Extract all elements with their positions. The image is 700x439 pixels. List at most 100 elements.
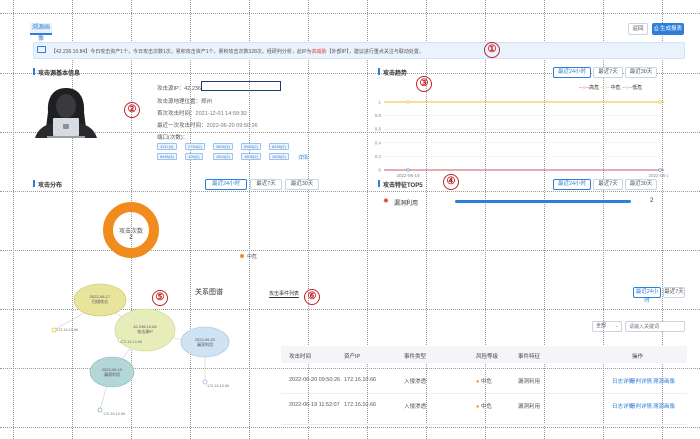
y-tick-label: 0.8 [375, 113, 382, 118]
cell-feature: 漏洞利用 [518, 379, 541, 385]
event-list-link[interactable]: 攻击事件列表 [269, 290, 300, 298]
donut-center-value: 2 [129, 235, 133, 241]
cell-type: 入侵渗透 [404, 404, 427, 410]
y-tick-label: 0 [378, 168, 381, 173]
data-point[interactable] [658, 100, 662, 104]
node-line: 漏洞利用 [197, 342, 213, 347]
marker-4: ④ [443, 174, 459, 190]
trend-30d-button[interactable]: 最近30天 [625, 67, 657, 78]
section-bar [33, 180, 35, 187]
node-line: 漏洞利用 [104, 372, 120, 377]
col-header: 风险等级 [476, 354, 499, 360]
dist-7d-button[interactable]: 最近7天 [250, 179, 282, 190]
top5-24h-button[interactable]: 最近24小时 [553, 179, 591, 190]
tab-trace-profile[interactable]: 溯源画像 [30, 23, 52, 42]
trend-7d-button[interactable]: 最近7天 [593, 67, 623, 78]
section-bar [378, 180, 380, 187]
location-label: 攻击源地理位置： [157, 99, 202, 105]
port-tag[interactable]: 6495(3) [157, 153, 177, 160]
first-attack-label: 首次攻击时间： [157, 111, 196, 117]
search-input[interactable] [625, 321, 685, 332]
legend-medium: 中危 [610, 85, 621, 91]
dist-30d-button[interactable]: 最近30天 [285, 179, 319, 190]
events-24h-button[interactable]: 最近24小时 [633, 287, 661, 304]
trend-legend: ─○─高危 ─○─中危 ─○─低危 [579, 84, 642, 91]
port-tag[interactable]: 1504(2) [213, 153, 233, 160]
level-text: 中危 [480, 404, 492, 410]
top5-row-label: 漏洞利用 [394, 201, 419, 207]
leaf-label: 172.16.10.66 [120, 340, 143, 344]
port-tag[interactable]: 1605(2) [269, 153, 289, 160]
legend-marker-icon: ─○─ [579, 85, 590, 91]
last-attack-row: 最近一次攻击时间：2022-06-20 09:50:26 [157, 121, 258, 129]
top5-7d-button[interactable]: 最近7天 [593, 179, 623, 190]
marker-3: ③ [416, 76, 432, 92]
cell-time: 2022-06-20 09:50:26 [289, 377, 341, 383]
distribution-legend-label: 中危 [247, 254, 258, 260]
marker-1: ① [484, 42, 500, 58]
port-tag[interactable]: 2754(2) [185, 143, 205, 150]
node-line: 扫描攻击 [92, 299, 108, 304]
y-tick-label: 0.2 [375, 154, 382, 159]
dist-24h-button[interactable]: 最近24小时 [205, 179, 247, 190]
distribution-title: 攻击分布 [38, 183, 63, 189]
generate-report-button[interactable]: ⎙ 生成报表 [652, 23, 684, 35]
judge-detail-link[interactable]: 研判详情 [630, 402, 652, 410]
data-point[interactable] [406, 168, 410, 172]
back-button[interactable]: 返回 [628, 23, 648, 35]
monitor-icon [37, 46, 46, 53]
data-point[interactable] [406, 100, 410, 104]
col-header: 资产IP [344, 354, 361, 360]
y-tick-label: 1 [378, 100, 381, 105]
report-label: 生成报表 [659, 26, 682, 32]
leaf-label: 172.16.10.66 [56, 328, 79, 332]
top5-bar [455, 200, 631, 203]
location-row: 攻击源地理位置：郑州 [157, 97, 212, 105]
col-header: 操作 [632, 354, 644, 360]
filter-value: 全部 [596, 323, 607, 329]
cell-ip: 172.16.10.66 [344, 377, 377, 383]
leaf-label: 172.16.10.66 [207, 384, 230, 388]
chevron-down-icon: ⌄ [614, 323, 619, 329]
last-attack-value: 2022-06-20 09:50:26 [206, 123, 258, 129]
location-value: 郑州 [201, 99, 213, 105]
section-bar [33, 68, 35, 75]
trace-profile-link[interactable]: 溯源画像 [653, 402, 675, 410]
table-row [281, 395, 687, 425]
judge-detail-link[interactable]: 研判详情 [630, 377, 652, 385]
ip-redaction-box [201, 81, 281, 91]
cell-level: ● 中危 [476, 402, 492, 410]
source-info-title: 攻击源基本信息 [38, 71, 81, 77]
ip-label: 攻击源IP：42.236 [157, 86, 202, 92]
col-header: 攻击时间 [289, 354, 312, 360]
port-tag[interactable]: 1137(4) [157, 143, 177, 150]
top5-30d-button[interactable]: 最近30天 [625, 179, 657, 190]
cell-ip: 172.16.10.66 [344, 402, 377, 408]
notice-prefix: 【42.236.10.84】今日攻击资产1个，今日攻击次数1次，累积攻击资产1个… [51, 49, 312, 55]
x-tick-label: 2022-06-19 [396, 173, 420, 178]
cell-time: 2022-06-19 11:52:07 [289, 402, 340, 408]
legend-low: 低危 [632, 85, 643, 91]
trend-24h-button[interactable]: 最近24小时 [553, 67, 591, 78]
hacker-avatar-icon [35, 88, 97, 138]
top5-title: 攻击特征TOP5 [383, 183, 423, 189]
port-tag[interactable]: 5983(2) [241, 143, 261, 150]
port-tag[interactable]: 6495(2) [269, 143, 289, 150]
level-text: 中危 [480, 379, 492, 385]
legend-marker-icon: ─○─ [622, 85, 633, 91]
trace-profile-link[interactable]: 溯源画像 [653, 377, 675, 385]
marker-2: ② [124, 102, 140, 118]
port-tag[interactable]: 105(2) [185, 153, 203, 160]
port-tag[interactable]: 3605(3) [213, 143, 233, 150]
col-header: 事件类型 [404, 354, 427, 360]
level-filter-select[interactable]: 全部 ⌄ [592, 321, 622, 332]
grid-line [0, 191, 700, 192]
donut-center-label: 攻击次数 [118, 229, 143, 235]
x-tick-label: 2022-06-20 [648, 173, 668, 178]
notice-suffix: 【外部IP】，建议进行重点关注与联动处置。 [326, 49, 424, 55]
events-7d-button[interactable]: 最近7天 [663, 287, 685, 298]
ports-more-link[interactable]: 详情 [298, 154, 308, 161]
port-tag[interactable]: 1605(2) [241, 153, 261, 160]
data-point[interactable] [658, 168, 662, 172]
node-label: 42.236.10.84 攻击源IP [127, 324, 163, 334]
